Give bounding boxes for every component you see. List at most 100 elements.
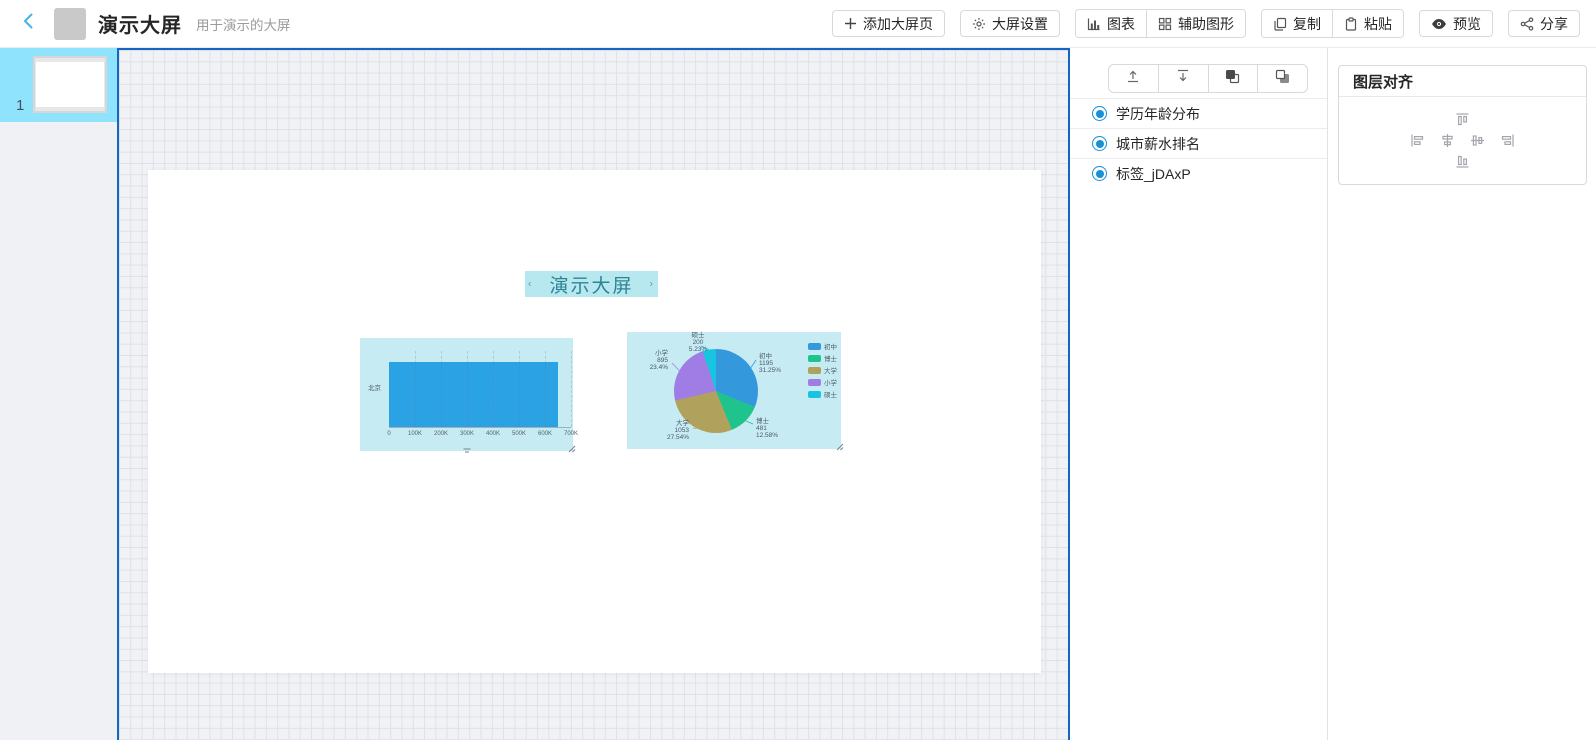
legend-label: 小学 [824,377,837,387]
page-thumbnail [33,56,107,113]
pie-callout-label: 硕士2005.23% [680,332,716,353]
project-thumbnail-placeholder [54,8,86,40]
pie-callout-label: 初中119531.25% [759,353,781,374]
legend-item: 大学 [808,364,837,376]
resize-corner-handle[interactable] [836,438,844,456]
plus-icon [844,17,857,30]
pie-callout-label: 博士48112.58% [756,418,778,439]
bring-forward-button[interactable] [1208,65,1258,92]
align-horizontal-center-icon[interactable] [1440,133,1455,148]
align-bottom-icon[interactable] [1455,154,1470,169]
design-canvas[interactable]: ‹ 演示大屏 › 北京 0100K200K300K400K500K600K700… [117,48,1070,740]
bar-x-tick-label: 500K [512,431,526,437]
pie-callout-label: 小学89523.4% [636,350,668,371]
move-to-top-button[interactable] [1109,65,1158,92]
align-right-icon[interactable] [1500,133,1515,148]
top-toolbar: 演示大屏 用于演示的大屏 添加大屏页 大屏设置 图表 [0,0,1596,48]
align-top-icon[interactable] [1455,112,1470,127]
preview-button[interactable]: 预览 [1419,10,1493,37]
share-icon [1520,17,1534,31]
copy-icon [1273,17,1287,31]
bar-gridline [519,351,520,427]
align-panel-title: 图层对齐 [1339,66,1586,97]
move-to-bottom-icon [1175,68,1191,89]
legend-label: 博士 [824,353,837,363]
legend-swatch [808,379,821,386]
canvas-label-element[interactable]: ‹ 演示大屏 › [525,271,658,297]
bar-x-tick-label: 200K [434,431,448,437]
add-page-button[interactable]: 添加大屏页 [832,10,945,37]
bar-x-tick-label: 600K [538,431,552,437]
move-to-top-icon [1125,68,1141,89]
bar-chart-category: 北京 [368,382,381,392]
legend-swatch [808,343,821,350]
legend-item: 小学 [808,376,837,388]
layer-visible-radio-icon[interactable] [1092,106,1107,121]
page-number: 1 [16,97,24,114]
resize-corner-handle[interactable] [568,440,576,458]
bar-chart-element[interactable]: 北京 0100K200K300K400K500K600K700K [360,338,573,451]
layers-panel: 学历年龄分布 城市薪水排名 标签_jDAxP [1070,48,1328,740]
legend-swatch [808,391,821,398]
resize-bottom-handle[interactable] [462,441,471,459]
send-backward-button[interactable] [1257,65,1307,92]
insert-shapes-button[interactable]: 辅助图形 [1146,10,1245,37]
back-arrow-icon [19,11,39,36]
bar-x-tick-label: 0 [387,431,390,437]
layer-row-pie[interactable]: 学历年龄分布 [1070,98,1327,128]
back-button[interactable] [16,11,42,37]
resize-left-handle[interactable]: ‹ [528,278,533,289]
layer-visible-radio-icon[interactable] [1092,136,1107,151]
gear-icon [972,17,986,31]
pie-legend: 初中博士大学小学硕士 [808,340,837,400]
bar-gridline [493,351,494,427]
paste-button[interactable]: 粘贴 [1332,10,1403,37]
eye-icon [1431,18,1447,30]
bar-gridline [415,351,416,427]
bar-chart-plot [389,351,571,428]
pie-callout-label: 大学105327.54% [657,420,689,441]
bring-forward-icon [1224,68,1241,90]
resize-right-handle[interactable]: › [650,278,655,289]
send-backward-icon [1274,68,1291,90]
layer-list: 学历年龄分布 城市薪水排名 标签_jDAxP [1070,98,1327,188]
insert-chart-button[interactable]: 图表 [1076,10,1146,37]
bar-x-tick-label: 300K [460,431,474,437]
legend-item: 博士 [808,352,837,364]
align-vertical-center-icon[interactable] [1470,133,1485,148]
share-button[interactable]: 分享 [1508,10,1580,37]
legend-label: 初中 [824,341,837,351]
legend-item: 初中 [808,340,837,352]
copy-button[interactable]: 复制 [1262,10,1332,37]
bar-gridline [545,351,546,427]
pie-chart-element[interactable]: 初中博士大学小学硕士 初中119531.25% 博士48112.58% 大学1053… [627,332,841,449]
move-to-bottom-button[interactable] [1158,65,1208,92]
canvas-label-text: 演示大屏 [549,271,633,298]
canvas-page-sheet[interactable] [148,170,1041,673]
bar-gridline [467,351,468,427]
pages-sidebar: 1 [0,48,117,740]
legend-label: 大学 [824,365,837,375]
legend-swatch [808,355,821,362]
bar-gridline [571,351,572,427]
toolbar-actions: 添加大屏页 大屏设置 图表 辅助图形 [832,9,1580,38]
layer-visible-radio-icon[interactable] [1092,166,1107,181]
align-left-icon[interactable] [1410,133,1425,148]
legend-swatch [808,367,821,374]
layer-row-bar[interactable]: 城市薪水排名 [1070,128,1327,158]
page-thumbnail-item-1[interactable]: 1 [0,48,117,122]
layer-row-label[interactable]: 标签_jDAxP [1070,158,1327,188]
insert-button-group: 图表 辅助图形 [1075,9,1246,38]
bar-gridline [441,351,442,427]
page-subtitle: 用于演示的大屏 [196,14,291,34]
screen-settings-button[interactable]: 大屏设置 [960,10,1060,37]
align-buttons [1339,97,1586,183]
layer-align-panel: 图层对齐 [1338,65,1587,185]
paste-icon [1344,17,1358,31]
bar-x-tick-label: 700K [564,431,578,437]
layer-order-toolbar [1108,64,1308,93]
bar-chart-icon [1087,17,1101,31]
legend-item: 硕士 [808,388,837,400]
page-title: 演示大屏 [98,9,182,38]
shapes-grid-icon [1158,17,1172,31]
